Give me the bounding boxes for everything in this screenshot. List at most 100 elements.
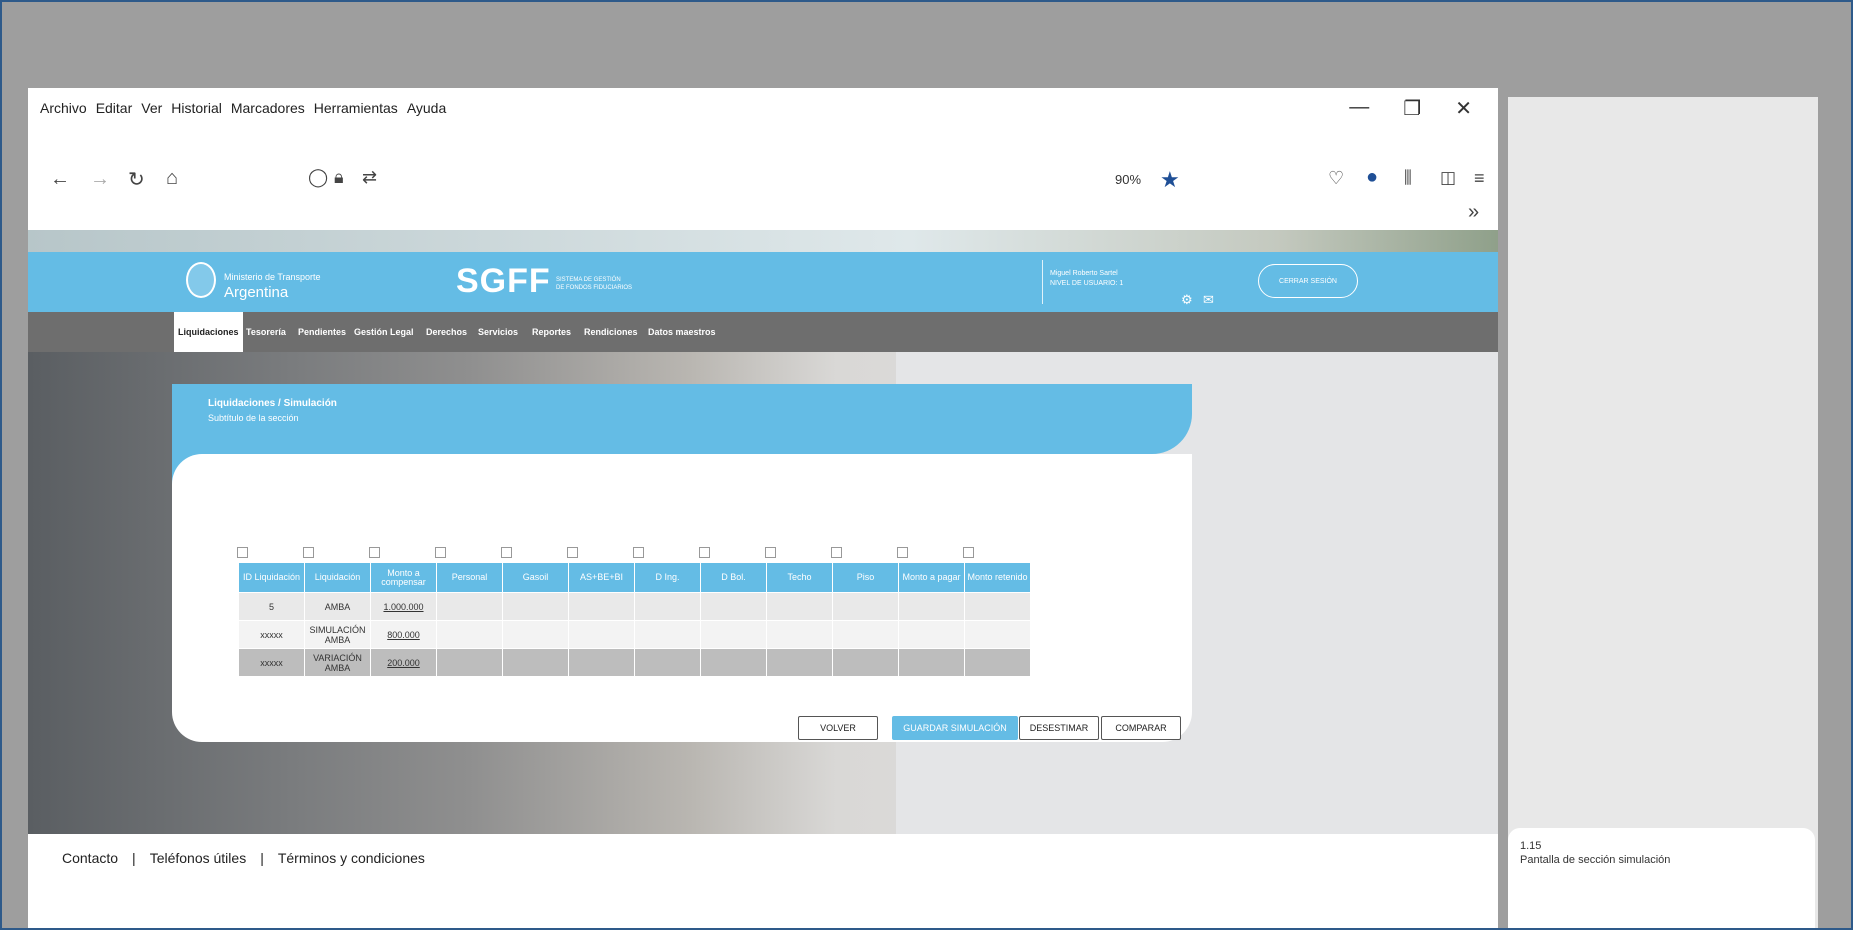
- pocket-icon[interactable]: ♡: [1328, 168, 1344, 189]
- col-header[interactable]: Monto retenido: [964, 562, 1031, 593]
- cell-liquidacion: AMBA: [304, 592, 371, 621]
- gear-icon[interactable]: ⚙: [1181, 292, 1193, 308]
- col-header[interactable]: Gasoil: [502, 562, 569, 593]
- account-icon[interactable]: ●: [1366, 166, 1378, 189]
- checkbox-col-4[interactable]: [435, 547, 446, 558]
- discard-button[interactable]: DESESTIMAR: [1019, 716, 1099, 740]
- checkbox-col-5[interactable]: [501, 547, 512, 558]
- cell: [700, 592, 767, 621]
- section-subtitle: Subtítulo de la sección: [208, 413, 299, 423]
- logout-button[interactable]: CERRAR SESIÓN: [1258, 264, 1358, 298]
- site-footer: Contacto | Teléfonos útiles | Términos y…: [28, 838, 1498, 878]
- checkbox-col-9[interactable]: [765, 547, 776, 558]
- col-header[interactable]: Monto a compensar: [370, 562, 437, 593]
- cell: [766, 620, 833, 649]
- menu-ver[interactable]: Ver: [141, 100, 162, 116]
- back-icon[interactable]: ←: [50, 168, 70, 191]
- nav-derechos[interactable]: Derechos: [426, 312, 467, 352]
- cell: [766, 648, 833, 677]
- nav-tesoreria[interactable]: Tesorería: [246, 312, 286, 352]
- cell: [700, 648, 767, 677]
- menu-herramientas[interactable]: Herramientas: [314, 100, 398, 116]
- cell-monto-link[interactable]: 1.000.000: [370, 592, 437, 621]
- overflow-icon[interactable]: »: [1468, 201, 1479, 224]
- col-header[interactable]: Techo: [766, 562, 833, 593]
- nav-datos-maestros[interactable]: Datos maestros: [648, 312, 716, 352]
- checkbox-col-1[interactable]: [237, 547, 248, 558]
- footer-contact-link[interactable]: Contacto: [62, 850, 118, 866]
- sidebar-icon[interactable]: ◫: [1440, 168, 1456, 188]
- home-icon[interactable]: ⌂: [166, 167, 178, 190]
- close-icon[interactable]: ✕: [1455, 96, 1472, 121]
- save-simulation-button[interactable]: GUARDAR SIMULACIÓN: [892, 716, 1018, 740]
- argentina-shield-logo: [186, 262, 216, 298]
- col-header[interactable]: AS+BE+BI: [568, 562, 635, 593]
- cell-monto-link[interactable]: 800.000: [370, 620, 437, 649]
- col-header[interactable]: Liquidación: [304, 562, 371, 593]
- back-button[interactable]: VOLVER: [798, 716, 878, 740]
- compare-button[interactable]: COMPARAR: [1101, 716, 1181, 740]
- mail-icon[interactable]: ✉: [1203, 292, 1214, 308]
- permissions-icon[interactable]: ⇄: [362, 167, 377, 188]
- screen-note: 1.15 Pantalla de sección simulación: [1508, 828, 1815, 930]
- footer-phones-link[interactable]: Teléfonos útiles: [150, 850, 247, 866]
- checkbox-col-11[interactable]: [897, 547, 908, 558]
- menu-marcadores[interactable]: Marcadores: [231, 100, 305, 116]
- menu-historial[interactable]: Historial: [171, 100, 222, 116]
- screen-number: 1.15: [1520, 840, 1542, 852]
- cell: [502, 620, 569, 649]
- col-header[interactable]: ID Liquidación: [238, 562, 305, 593]
- user-name: Miguel Roberto Sartel: [1050, 270, 1118, 277]
- col-header[interactable]: D Bol.: [700, 562, 767, 593]
- shield-icon[interactable]: ◯: [308, 167, 328, 188]
- menu-ayuda[interactable]: Ayuda: [407, 100, 446, 116]
- checkbox-col-3[interactable]: [369, 547, 380, 558]
- minimize-icon[interactable]: —: [1349, 96, 1369, 121]
- nav-servicios[interactable]: Servicios: [478, 312, 518, 352]
- section-header: Liquidaciones / Simulación Subtítulo de …: [172, 384, 1192, 454]
- nav-rendiciones[interactable]: Rendiciones: [584, 312, 638, 352]
- system-logo: SGFF: [456, 262, 551, 300]
- system-subtitle: SISTEMA DE GESTIÓN DE FONDOS FIDUCIARIOS: [556, 276, 632, 292]
- footer-terms-link[interactable]: Términos y condiciones: [278, 850, 425, 866]
- nav-liquidaciones[interactable]: Liquidaciones: [174, 312, 243, 352]
- nav-pendientes[interactable]: Pendientes: [298, 312, 346, 352]
- table-header-row: ID Liquidación Liquidación Monto a compe…: [238, 562, 1031, 593]
- bookmark-star-icon[interactable]: ★: [1160, 167, 1180, 193]
- checkbox-col-10[interactable]: [831, 547, 842, 558]
- checkbox-col-2[interactable]: [303, 547, 314, 558]
- col-header[interactable]: Personal: [436, 562, 503, 593]
- hamburger-menu-icon[interactable]: ≡: [1474, 168, 1485, 189]
- lock-icon[interactable]: 🔒︎: [334, 167, 344, 188]
- library-icon[interactable]: ⫼: [1404, 168, 1412, 188]
- nav-gestion-legal[interactable]: Gestión Legal: [354, 312, 414, 352]
- checkbox-col-6[interactable]: [567, 547, 578, 558]
- nav-reportes[interactable]: Reportes: [532, 312, 571, 352]
- cell: [436, 620, 503, 649]
- forward-icon[interactable]: →: [90, 168, 110, 191]
- checkbox-col-7[interactable]: [633, 547, 644, 558]
- col-header[interactable]: D Ing.: [634, 562, 701, 593]
- annotation-panel: [1508, 97, 1818, 930]
- checkbox-col-8[interactable]: [699, 547, 710, 558]
- cell-liquidacion: VARIACIÓN AMBA: [304, 648, 371, 677]
- menu-archivo[interactable]: Archivo: [40, 100, 87, 116]
- table-row[interactable]: 5 AMBA 1.000.000: [238, 592, 1031, 621]
- breadcrumb[interactable]: Liquidaciones / Simulación: [208, 398, 337, 409]
- site-header: Ministerio de Transporte Argentina SGFF …: [28, 252, 1498, 312]
- cell-id: 5: [238, 592, 305, 621]
- col-header[interactable]: Monto a pagar: [898, 562, 965, 593]
- cell-liquidacion: SIMULACIÓN AMBA: [304, 620, 371, 649]
- checkbox-col-12[interactable]: [963, 547, 974, 558]
- main-nav: Liquidaciones Tesorería Pendientes Gesti…: [28, 312, 1498, 352]
- cell: [436, 592, 503, 621]
- col-header[interactable]: Piso: [832, 562, 899, 593]
- table-row[interactable]: xxxxx VARIACIÓN AMBA 200.000: [238, 648, 1031, 677]
- table-row[interactable]: xxxxx SIMULACIÓN AMBA 800.000: [238, 620, 1031, 649]
- reload-icon[interactable]: ↻: [128, 167, 145, 192]
- cell-monto-link[interactable]: 200.000: [370, 648, 437, 677]
- restore-icon[interactable]: ❐: [1403, 96, 1421, 121]
- zoom-level[interactable]: 90%: [1115, 172, 1141, 187]
- menu-editar[interactable]: Editar: [96, 100, 133, 116]
- cell: [568, 648, 635, 677]
